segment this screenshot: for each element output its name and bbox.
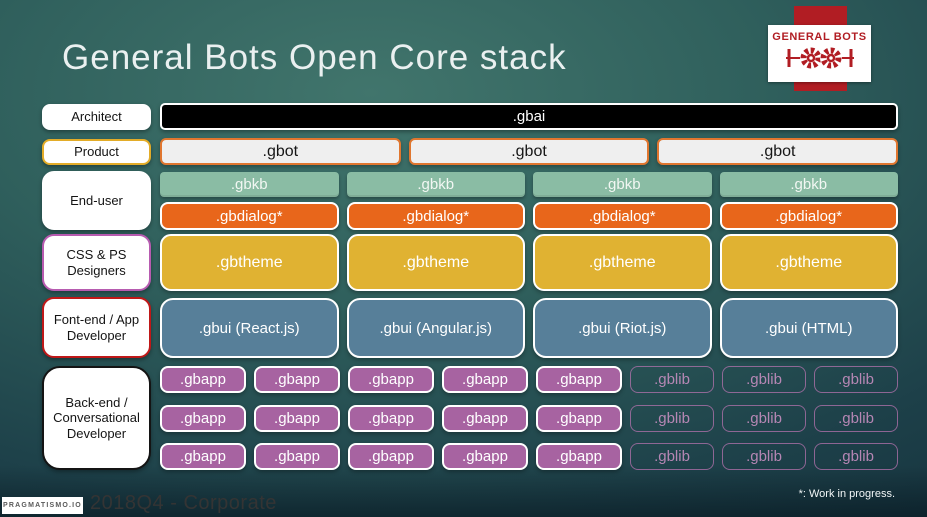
- row-backend-2: .gbapp .gbapp .gbapp .gbapp .gbapp .gbli…: [160, 405, 898, 432]
- gbapp-box: .gbapp: [442, 405, 528, 432]
- gbdialog-box: .gbdialog*: [533, 202, 712, 230]
- gbapp-box: .gbapp: [254, 405, 340, 432]
- gblib-box: .gblib: [722, 366, 806, 393]
- gblib-box: .gblib: [814, 405, 898, 432]
- role-label-architect: Architect: [42, 104, 151, 130]
- gbapp-box: .gbapp: [536, 443, 622, 470]
- row-gbkb: .gbkb .gbkb .gbkb .gbkb: [160, 172, 898, 197]
- gbapp-box: .gbapp: [348, 405, 434, 432]
- page-title: General Bots Open Core stack: [62, 38, 567, 77]
- gbapp-box: .gbapp: [348, 366, 434, 393]
- general-bots-logo: GENERAL BOTS: [768, 25, 871, 82]
- row-backend-3: .gbapp .gbapp .gbapp .gbapp .gbapp .gbli…: [160, 443, 898, 470]
- pragmatismo-badge: PRAGMATISMO.IO: [2, 497, 83, 514]
- gblib-box: .gblib: [722, 443, 806, 470]
- gblib-box: .gblib: [814, 443, 898, 470]
- gbtheme-box: .gbtheme: [719, 234, 898, 291]
- gbapp-box: .gbapp: [254, 443, 340, 470]
- gbkb-box: .gbkb: [346, 172, 525, 197]
- slide-caption: 2018Q4 - Corporate: [90, 492, 277, 514]
- row-gbdialog: .gbdialog* .gbdialog* .gbdialog* .gbdial…: [160, 202, 898, 230]
- row-gbtheme: .gbtheme .gbtheme .gbtheme .gbtheme: [160, 234, 898, 291]
- gblib-box: .gblib: [630, 366, 714, 393]
- gbui-angular-box: .gbui (Angular.js): [346, 298, 525, 358]
- row-gbui: .gbui (React.js) .gbui (Angular.js) .gbu…: [160, 298, 898, 358]
- gbapp-box: .gbapp: [536, 405, 622, 432]
- gbapp-box: .gbapp: [348, 443, 434, 470]
- gbkb-box: .gbkb: [160, 172, 339, 197]
- row-gbot: .gbot .gbot .gbot: [160, 138, 899, 165]
- gbui-riot-box: .gbui (Riot.js): [533, 298, 712, 358]
- gblib-box: .gblib: [630, 443, 714, 470]
- gbapp-box: .gbapp: [254, 366, 340, 393]
- work-in-progress-note: *: Work in progress.: [798, 488, 895, 500]
- gbkb-box: .gbkb: [719, 172, 898, 197]
- slide: General Bots Open Core stack GENERAL BOT…: [0, 0, 927, 517]
- gbapp-box: .gbapp: [536, 366, 622, 393]
- gbapp-box: .gbapp: [160, 405, 246, 432]
- role-label-product: Product: [42, 139, 151, 165]
- gbui-html-box: .gbui (HTML): [719, 298, 898, 358]
- gblib-box: .gblib: [722, 405, 806, 432]
- gbdialog-box: .gbdialog*: [719, 202, 898, 230]
- gbui-react-box: .gbui (React.js): [160, 298, 339, 358]
- gblib-box: .gblib: [630, 405, 714, 432]
- gblib-box: .gblib: [814, 366, 898, 393]
- gbdialog-box: .gbdialog*: [160, 202, 339, 230]
- role-label-designers: CSS & PS Designers: [42, 234, 151, 291]
- gbapp-box: .gbapp: [442, 443, 528, 470]
- gbot-box: .gbot: [160, 138, 401, 165]
- gbapp-box: .gbapp: [160, 443, 246, 470]
- role-label-end-user: End-user: [42, 171, 151, 230]
- logo-brand-text: GENERAL BOTS: [772, 31, 867, 43]
- row-gbai: .gbai: [160, 103, 898, 130]
- role-label-backend-developer: Back-end / Conversational Developer: [42, 366, 151, 470]
- gbot-box: .gbot: [657, 138, 899, 165]
- gbkb-box: .gbkb: [533, 172, 712, 197]
- gbapp-box: .gbapp: [442, 366, 528, 393]
- role-label-frontend-developer: Font-end / App Developer: [42, 297, 151, 358]
- gbapp-box: .gbapp: [160, 366, 246, 393]
- gears-icon: [784, 45, 856, 76]
- gbai-box: .gbai: [160, 103, 898, 130]
- gbdialog-box: .gbdialog*: [346, 202, 525, 230]
- gbtheme-box: .gbtheme: [160, 234, 339, 291]
- gbtheme-box: .gbtheme: [533, 234, 712, 291]
- gbot-box: .gbot: [408, 138, 650, 165]
- row-backend-1: .gbapp .gbapp .gbapp .gbapp .gbapp .gbli…: [160, 366, 898, 393]
- gbtheme-box: .gbtheme: [346, 234, 525, 291]
